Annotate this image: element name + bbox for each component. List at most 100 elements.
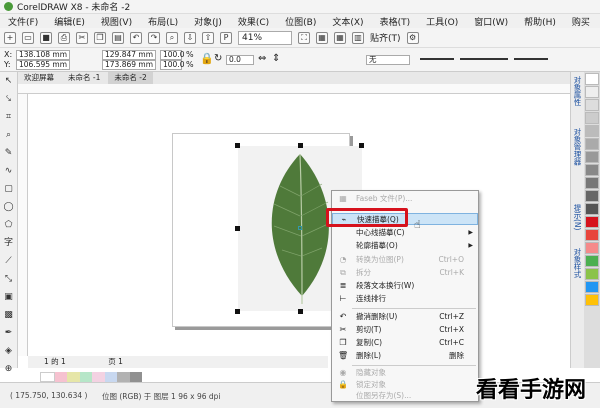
text-tool-icon[interactable]: 字 <box>3 238 14 249</box>
mirror-v-icon[interactable]: ⇕ <box>272 53 280 64</box>
color-swatch[interactable] <box>585 268 599 280</box>
menu-view[interactable]: 视图(V) <box>93 15 140 28</box>
color-swatch[interactable] <box>92 372 105 382</box>
color-swatch[interactable] <box>585 255 599 267</box>
horizontal-ruler[interactable] <box>18 84 570 94</box>
color-swatch[interactable] <box>585 99 599 111</box>
menu-table[interactable]: 表格(T) <box>372 15 419 28</box>
color-swatch[interactable] <box>585 125 599 137</box>
menu-item-copy[interactable]: ❐ 复制(C) Ctrl+C <box>332 337 478 349</box>
width-field[interactable]: 129.847 mm <box>102 50 156 60</box>
y-position-field[interactable]: 106.595 mm <box>16 60 70 70</box>
artistic-media-icon[interactable]: ∿ <box>3 166 14 177</box>
scale-y-field[interactable]: 100.0 <box>160 60 184 70</box>
color-swatch[interactable] <box>585 86 599 98</box>
color-swatch[interactable] <box>585 203 599 215</box>
grid-icon[interactable]: ▦ <box>334 31 346 44</box>
color-swatch[interactable] <box>585 229 599 241</box>
menu-bitmap[interactable]: 位图(B) <box>277 15 324 28</box>
menu-text[interactable]: 文本(X) <box>324 15 371 28</box>
menu-item-wrap-paragraph-text[interactable]: ≣ 段落文本换行(W) <box>332 280 478 292</box>
color-swatch[interactable] <box>129 372 142 382</box>
color-swatch[interactable] <box>104 372 117 382</box>
pdf-icon[interactable]: P <box>220 31 232 44</box>
color-swatch[interactable] <box>79 372 92 382</box>
color-swatch[interactable] <box>585 177 599 189</box>
color-swatch[interactable] <box>117 372 130 382</box>
copy-icon[interactable]: ❐ <box>94 31 106 44</box>
snap-to-dropdown[interactable]: 贴齐(T) <box>370 31 401 44</box>
color-swatch[interactable] <box>585 216 599 228</box>
import-icon[interactable]: ⇩ <box>184 31 196 44</box>
add-tool-icon[interactable]: ⊕ <box>3 364 14 375</box>
transparency-tool-icon[interactable]: ▩ <box>3 310 14 321</box>
selection-handle[interactable] <box>359 143 364 148</box>
ellipse-tool-icon[interactable]: ◯ <box>3 202 14 213</box>
menu-item-connect-lines[interactable]: ⊢ 连线排行 <box>332 293 478 305</box>
selection-handle[interactable] <box>235 143 240 148</box>
color-swatch[interactable] <box>585 294 599 306</box>
color-swatch[interactable] <box>585 112 599 124</box>
outline-width-field[interactable]: 无 <box>366 55 410 65</box>
menu-item-centerline-trace[interactable]: 中心线描摹(C) ▶ <box>332 227 478 239</box>
fill-tool-icon[interactable]: ◈ <box>3 346 14 357</box>
polygon-tool-icon[interactable]: ⬠ <box>3 220 14 231</box>
dimension-tool-icon[interactable]: ⟋ <box>3 256 14 267</box>
crop-tool-icon[interactable]: ⌗ <box>3 112 14 123</box>
color-swatch[interactable] <box>67 372 80 382</box>
selection-handle[interactable] <box>298 309 303 314</box>
zoom-tool-icon[interactable]: ⌕ <box>3 130 14 141</box>
start-arrow-select[interactable] <box>420 58 454 60</box>
zoom-level-select[interactable]: 41% <box>238 30 292 45</box>
freehand-tool-icon[interactable]: ✎ <box>3 148 14 159</box>
color-swatch[interactable] <box>585 281 599 293</box>
menu-item-cut[interactable]: ✂ 剪切(T) Ctrl+X <box>332 324 478 336</box>
end-arrow-select[interactable] <box>514 58 548 60</box>
docker-tab-object-properties[interactable]: 对象属性 <box>573 76 583 106</box>
menu-object[interactable]: 对象(J) <box>186 15 230 28</box>
docker-tab-object-styles[interactable]: 对象样式 <box>573 248 583 278</box>
selection-handle[interactable] <box>298 143 303 148</box>
scale-x-field[interactable]: 100.0 <box>160 50 184 60</box>
connector-tool-icon[interactable]: ⤡ <box>3 274 14 285</box>
menu-effects[interactable]: 效果(C) <box>230 15 277 28</box>
guides-icon[interactable]: ▥ <box>352 31 364 44</box>
print-icon[interactable]: ⎙ <box>58 31 70 44</box>
page-tab[interactable]: 页 1 <box>108 357 123 366</box>
menu-item-outline-trace[interactable]: 轮廓描摹(O) ▶ <box>332 240 478 252</box>
rulers-icon[interactable]: ▦ <box>316 31 328 44</box>
gear-icon[interactable]: ⚙ <box>406 31 419 44</box>
pick-tool-icon[interactable]: ↖ <box>3 76 14 87</box>
menu-layout[interactable]: 布局(L) <box>140 15 186 28</box>
line-style-select[interactable] <box>460 58 508 60</box>
eyedropper-tool-icon[interactable]: ✒ <box>3 328 14 339</box>
shadow-tool-icon[interactable]: ▣ <box>3 292 14 303</box>
docker-tab-hints[interactable]: 提示(N) <box>573 204 583 230</box>
redo-icon[interactable]: ↷ <box>148 31 160 44</box>
selection-handle[interactable] <box>235 226 240 231</box>
color-swatch[interactable] <box>585 190 599 202</box>
height-field[interactable]: 173.869 mm <box>102 60 156 70</box>
color-swatch[interactable] <box>585 138 599 150</box>
x-position-field[interactable]: 138.108 mm <box>16 50 70 60</box>
menu-item-delete[interactable]: 🗑 删除(L) 删除 <box>332 350 478 362</box>
color-swatch[interactable] <box>54 372 67 382</box>
save-icon[interactable]: ■ <box>40 31 52 44</box>
menu-edit[interactable]: 编辑(E) <box>46 15 93 28</box>
color-swatch[interactable] <box>40 372 55 382</box>
color-swatch[interactable] <box>585 164 599 176</box>
undo-icon[interactable]: ↶ <box>130 31 142 44</box>
menu-file[interactable]: 文件(F) <box>0 15 46 28</box>
menu-tools[interactable]: 工具(O) <box>418 15 466 28</box>
tab-untitled-2[interactable]: 未命名 -2 <box>108 72 153 84</box>
menu-help[interactable]: 帮助(H) <box>516 15 564 28</box>
tab-welcome[interactable]: 欢迎屏幕 <box>18 72 60 84</box>
rectangle-tool-icon[interactable]: ▢ <box>3 184 14 195</box>
page-count[interactable]: 1 的 1 <box>44 357 66 366</box>
shape-tool-icon[interactable]: ⤥ <box>3 94 14 105</box>
selection-handle[interactable] <box>235 309 240 314</box>
tab-untitled-1[interactable]: 未命名 -1 <box>62 72 106 84</box>
rotation-field[interactable]: 0.0 <box>226 55 254 65</box>
color-swatch[interactable] <box>585 73 599 85</box>
vertical-ruler[interactable] <box>18 94 28 356</box>
